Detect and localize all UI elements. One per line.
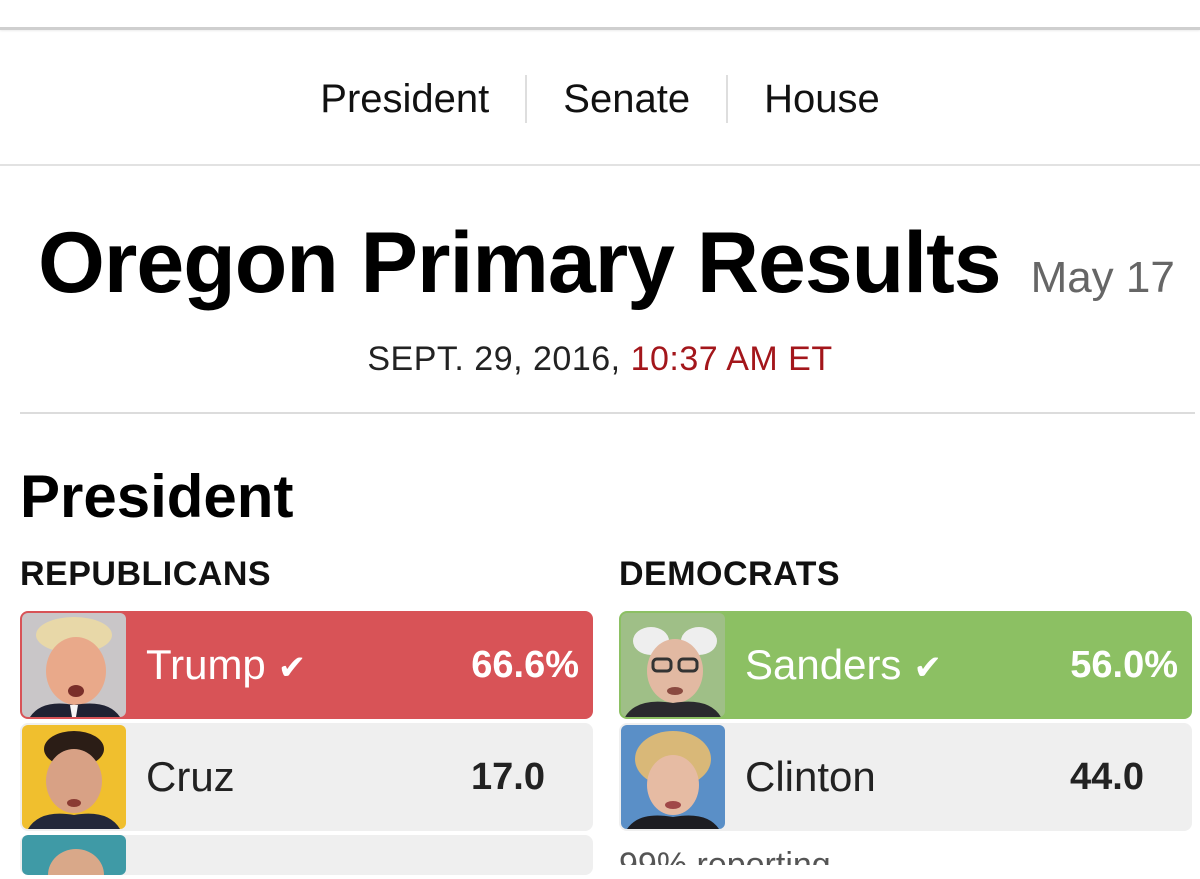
nav-tab-house[interactable]: House [728, 74, 916, 124]
candidate-avatar [621, 725, 725, 829]
candidate-avatar [22, 613, 126, 717]
candidate-row-cruz[interactable]: Cruz 17.0 [20, 723, 593, 831]
page-title: Oregon Primary Results [38, 215, 1002, 311]
republicans-column: REPUBLICANS Trump ✔ 66.6% Cruz 17.0 [20, 555, 595, 879]
timestamp-time: 10:37 AM ET [630, 340, 833, 378]
winner-check-icon: ✔ [913, 649, 942, 687]
reporting-status: 99% reporting [619, 848, 831, 865]
democrats-column: DEMOCRATS Sanders ✔ 56.0% Clinton 44.0 [619, 555, 1194, 835]
party-label-republicans: REPUBLICANS [20, 555, 272, 593]
race-nav: President Senate House [0, 33, 1200, 166]
candidate-name: Trump ✔ [146, 641, 307, 688]
candidate-avatar [22, 835, 126, 875]
candidate-name: Sanders ✔ [745, 641, 942, 688]
timestamp-date: SEPT. 29, 2016, [367, 340, 621, 378]
candidate-row-clinton[interactable]: Clinton 44.0 [619, 723, 1192, 831]
top-bar [0, 0, 1200, 30]
page-header: Oregon Primary Results May 17 [38, 214, 1188, 324]
candidate-percentage: 17.0 [471, 755, 545, 798]
candidate-avatar [621, 613, 725, 717]
candidate-name: Clinton [745, 753, 876, 800]
candidate-percentage: 44.0 [1070, 755, 1144, 798]
updated-timestamp: SEPT. 29, 2016, 10:37 AM ET [0, 340, 1200, 379]
candidate-name: Cruz [146, 753, 235, 800]
party-label-democrats: DEMOCRATS [619, 555, 841, 593]
winner-check-icon: ✔ [277, 649, 307, 687]
section-title: President [20, 463, 294, 530]
header-divider [20, 412, 1195, 414]
nav-tab-senate[interactable]: Senate [527, 74, 726, 124]
candidate-row-trump[interactable]: Trump ✔ 66.6% [20, 611, 593, 719]
candidate-percentage: 66.6% [471, 643, 579, 686]
election-date: May 17 [1030, 253, 1175, 302]
candidate-row[interactable] [20, 835, 593, 875]
candidate-avatar [22, 725, 126, 829]
candidate-percentage: 56.0% [1070, 643, 1178, 686]
nav-tab-president[interactable]: President [284, 74, 525, 124]
candidate-row-sanders[interactable]: Sanders ✔ 56.0% [619, 611, 1192, 719]
